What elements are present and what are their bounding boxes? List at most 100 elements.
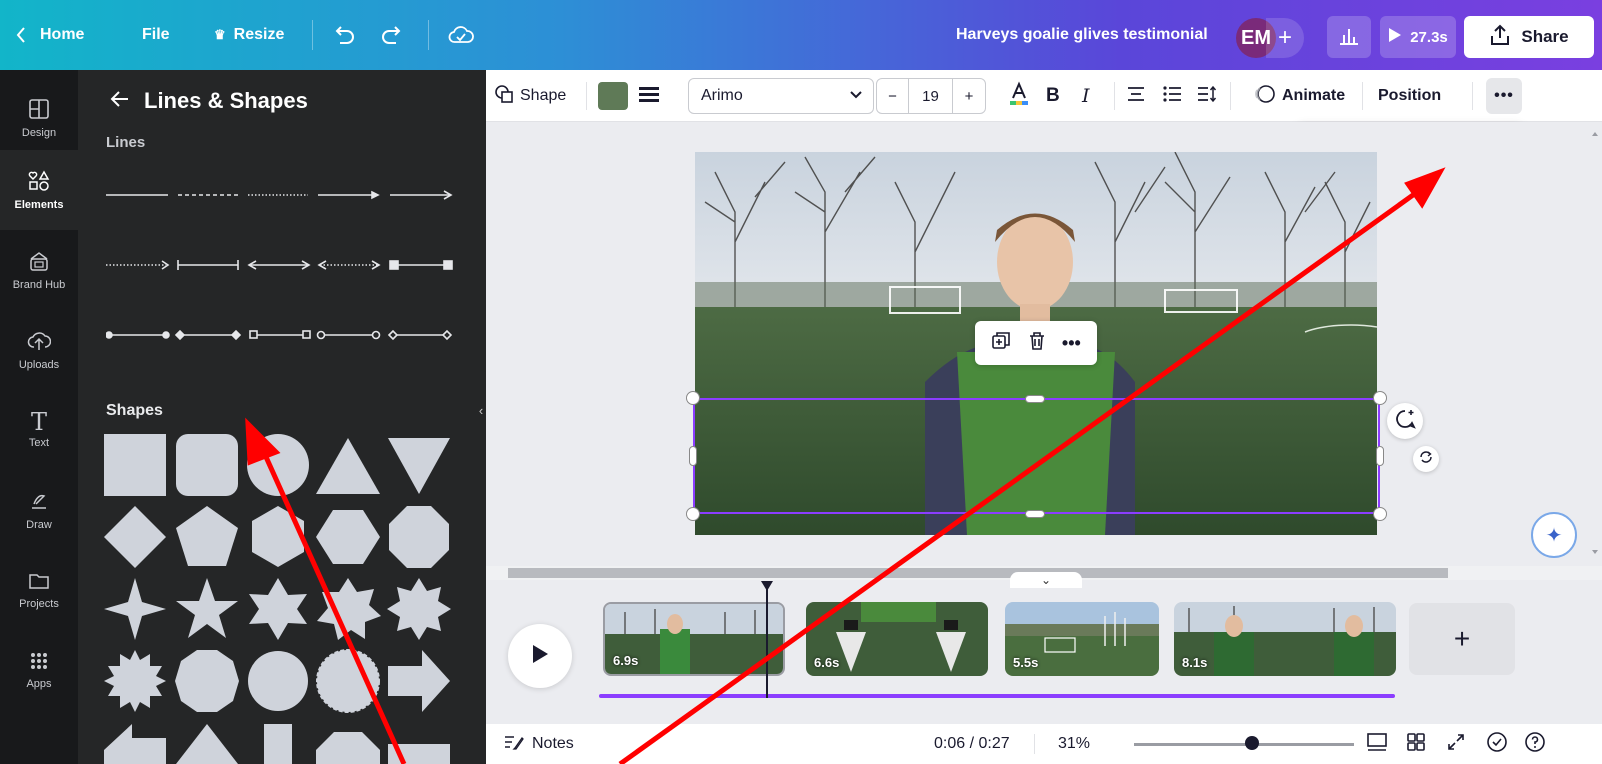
shape-seven-point-star[interactable] — [317, 578, 381, 640]
shape-decagon[interactable] — [175, 650, 239, 712]
share-button[interactable]: Share — [1464, 16, 1594, 58]
add-page-button[interactable]: + — [1409, 603, 1515, 675]
back-arrow-icon[interactable] — [110, 88, 130, 114]
align-button[interactable] — [1126, 70, 1146, 122]
shape-hexagon-vertical[interactable] — [252, 506, 304, 567]
shape-rect-partial[interactable] — [264, 724, 292, 764]
shape-five-point-star[interactable] — [176, 578, 238, 638]
shape-octagon[interactable] — [389, 506, 449, 568]
horizontal-scroll-thumb[interactable] — [508, 568, 1448, 578]
timeline-clip-3[interactable]: 5.5s — [1005, 602, 1159, 676]
zoom-percent[interactable]: 31% — [1058, 724, 1090, 764]
shape-triangle-partial[interactable] — [176, 724, 238, 764]
timeline-clip-4[interactable]: 8.1s — [1174, 602, 1396, 676]
add-comment-button[interactable] — [1387, 403, 1423, 439]
insights-button[interactable] — [1327, 16, 1371, 58]
redo-button[interactable] — [380, 0, 404, 70]
resize-handle-bl[interactable] — [686, 507, 700, 521]
more-options-button[interactable]: ••• — [1486, 78, 1522, 114]
playhead[interactable] — [766, 584, 768, 698]
spacing-button[interactable] — [1196, 70, 1218, 122]
help-button[interactable] — [1524, 724, 1546, 764]
design-title[interactable]: Harveys goalie glives testimonial — [956, 0, 1208, 70]
shape-arrow-left-partial[interactable] — [104, 724, 166, 764]
shape-scalloped-circle[interactable] — [248, 651, 308, 711]
line-dotted-arrow[interactable] — [106, 260, 170, 270]
resize-button[interactable]: ♛ Resize — [214, 0, 284, 70]
rail-item-projects[interactable]: Projects — [0, 550, 78, 630]
grid-view-button[interactable] — [1406, 724, 1426, 764]
check-button[interactable] — [1486, 724, 1508, 764]
timeline-collapse-toggle[interactable]: ⌄ — [1010, 572, 1082, 588]
notes-button[interactable]: Notes — [504, 724, 574, 764]
rail-item-design[interactable]: Design — [0, 78, 78, 158]
line-square-ends[interactable] — [389, 260, 453, 270]
italic-button[interactable]: I — [1082, 70, 1090, 122]
resize-handle-tr[interactable] — [1373, 391, 1387, 405]
font-family-select[interactable]: Arimo — [688, 78, 874, 114]
shape-circle[interactable] — [247, 434, 309, 496]
magic-assistant-button[interactable]: ✦ — [1531, 512, 1577, 558]
line-hollow-circle-ends[interactable] — [316, 330, 381, 340]
rail-item-text[interactable]: T Text — [0, 390, 78, 470]
resize-handle-top[interactable] — [1025, 395, 1045, 403]
shape-rounded-square[interactable] — [176, 434, 238, 496]
timeline-clip-1[interactable]: 6.9s — [603, 602, 785, 676]
bold-button[interactable]: B — [1046, 70, 1060, 122]
shape-eight-point-star[interactable] — [387, 578, 451, 640]
text-color-button[interactable] — [1008, 70, 1030, 122]
present-play-button[interactable]: 27.3s — [1380, 16, 1456, 58]
increase-size-button[interactable]: + — [953, 78, 985, 114]
shape-hexagon[interactable] — [316, 510, 380, 564]
shape-arrow-right[interactable] — [388, 650, 450, 712]
trash-icon[interactable] — [1028, 331, 1046, 356]
page-view-button[interactable] — [1366, 724, 1388, 764]
shape-inverted-triangle[interactable] — [388, 438, 450, 494]
decrease-size-button[interactable]: − — [877, 78, 909, 114]
resize-handle-right[interactable] — [1376, 446, 1384, 466]
line-dotted-double-arrow[interactable] — [317, 260, 381, 270]
line-bar-ends[interactable] — [177, 260, 239, 270]
shape-double-arrow-partial[interactable] — [316, 732, 380, 764]
line-arrow[interactable] — [318, 190, 380, 200]
timeline-clip-2[interactable]: 6.6s — [806, 602, 988, 676]
font-size-input[interactable]: 19 — [909, 78, 953, 114]
resize-handle-br[interactable] — [1373, 507, 1387, 521]
line-diamond-ends[interactable] — [174, 329, 242, 341]
shape-triangle[interactable] — [316, 438, 380, 494]
rail-item-elements[interactable]: Elements — [0, 150, 78, 230]
position-button[interactable]: Position — [1378, 70, 1441, 122]
line-double-arrow[interactable] — [247, 260, 311, 270]
file-menu-button[interactable]: File — [142, 0, 170, 70]
line-arrow-long[interactable] — [390, 190, 453, 200]
zoom-slider-track[interactable] — [1134, 743, 1354, 746]
resize-handle-bottom[interactable] — [1025, 510, 1045, 518]
save-status-button[interactable] — [448, 0, 474, 70]
undo-button[interactable] — [332, 0, 356, 70]
more-dots-icon[interactable]: ••• — [1062, 333, 1081, 354]
selected-shape[interactable] — [693, 398, 1380, 514]
rail-item-apps[interactable]: Apps — [0, 630, 78, 710]
border-style-button[interactable] — [638, 70, 660, 122]
shape-four-point-star[interactable] — [104, 578, 166, 640]
shape-burst-twelve[interactable] — [104, 650, 166, 712]
shape-arrow-partial[interactable] — [388, 744, 450, 764]
line-dot-ends[interactable] — [106, 331, 170, 339]
shape-diamond[interactable] — [104, 506, 166, 568]
list-button[interactable] — [1162, 70, 1182, 122]
invite-button[interactable]: + — [1266, 18, 1304, 58]
line-hollow-square-ends[interactable] — [249, 330, 311, 339]
timeline-play-button[interactable] — [508, 624, 572, 688]
home-button[interactable]: Home — [16, 0, 84, 70]
line-hollow-diamond-ends[interactable] — [387, 329, 453, 341]
resize-handle-left[interactable] — [689, 446, 697, 466]
rail-item-uploads[interactable]: Uploads — [0, 310, 78, 390]
rail-item-brand-hub[interactable]: Brand Hub — [0, 230, 78, 310]
fullscreen-button[interactable] — [1446, 724, 1466, 764]
rotate-button[interactable] — [1413, 446, 1439, 472]
audio-track-bar[interactable] — [599, 694, 1395, 698]
shape-six-point-star[interactable] — [249, 578, 307, 640]
animate-button[interactable]: Animate — [1254, 70, 1345, 122]
shape-pentagon[interactable] — [176, 506, 238, 566]
fill-color-button[interactable] — [598, 70, 628, 122]
